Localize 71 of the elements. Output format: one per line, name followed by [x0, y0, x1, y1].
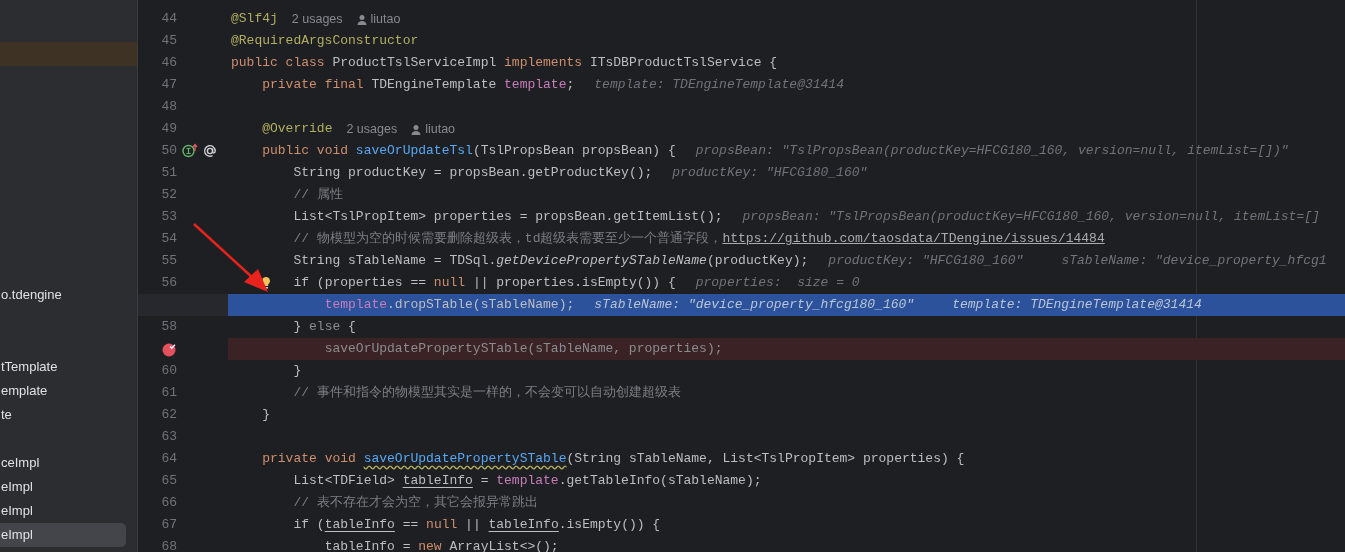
- line-number: 45: [161, 32, 177, 50]
- line-number: 47: [161, 76, 177, 94]
- project-tree-item[interactable]: ceImpl: [0, 451, 126, 475]
- code-text: private final TDEngineTemplate template;: [262, 76, 575, 94]
- line-number: 64: [161, 450, 177, 468]
- code-text: }: [262, 406, 271, 424]
- line-number: 65: [161, 472, 177, 490]
- line-number: 56: [161, 274, 177, 292]
- code-text: public void saveOrUpdateTsl(TslPropsBean propsBean) {: [262, 142, 676, 160]
- line-number: 55: [161, 252, 177, 270]
- code-text: String sTableName = TDSql.getDevicePropertySTableName(productKey);: [293, 252, 809, 270]
- project-tree-item[interactable]: tTemplate: [0, 355, 126, 379]
- line-number: 58: [161, 318, 177, 336]
- line-number: 52: [161, 186, 177, 204]
- code-text: tableInfo = new ArrayList<>();: [324, 538, 559, 552]
- inline-value-hint: properties: size = 0: [695, 274, 860, 292]
- code-text: @RequiredArgsConstructor: [231, 32, 419, 50]
- code-text: template.dropSTable(sTableName);: [324, 296, 575, 314]
- line-number: 54: [161, 230, 177, 248]
- code-text: List<TDField> tableInfo = template.getTableInfo(sTableName);: [293, 472, 762, 490]
- line-number: 49: [161, 120, 177, 138]
- project-tree-item[interactable]: o.tdengine: [0, 283, 126, 307]
- inline-value-hint: propsBean: "TslPropsBean(productKey=HFCG180_160, version=null, itemList=[]: [742, 208, 1320, 226]
- project-tree-item[interactable]: emplate: [0, 379, 126, 403]
- code-text: List<TslPropItem> properties = propsBean.getItemList();: [293, 208, 723, 226]
- inline-value-hint: productKey: "HFCG180_160": [672, 164, 868, 182]
- code-text: @Override: [262, 120, 333, 138]
- code-text: private void saveOrUpdatePropertySTable(String sTableName, List<TslPropItem> properties) {: [262, 450, 965, 468]
- code-text: // 表不存在才会为空，其它会报异常跳出: [293, 494, 538, 512]
- inline-value-hint: sTableName: "device_property_hfcg180_160": [594, 296, 915, 314]
- project-tree-item[interactable]: eImpl: [0, 475, 126, 499]
- project-tree-item[interactable]: te: [0, 403, 126, 427]
- code-text: if (properties == null || properties.isEmpty()) {: [293, 274, 676, 292]
- inline-value-hint: propsBean: "TslPropsBean(productKey=HFCG180_160, version=null, itemList=[])": [695, 142, 1289, 160]
- line-number: 66: [161, 494, 177, 512]
- inline-value-hint: sTableName: "device_property_hfcg1: [1061, 252, 1327, 270]
- line-number: 63: [161, 428, 177, 446]
- line-number: 53: [161, 208, 177, 226]
- project-tree-item[interactable]: eImpl: [0, 523, 126, 547]
- code-text: String productKey = propsBean.getProductKey();: [293, 164, 653, 182]
- breakpoint-icon: [162, 341, 177, 357]
- line-number: 50: [161, 142, 177, 160]
- usages-hint[interactable]: 2 usages: [291, 8, 343, 30]
- line-number: 68: [161, 538, 177, 552]
- code-text: // 属性: [293, 186, 343, 204]
- code-text: } else {: [293, 318, 356, 336]
- line-number: 46: [161, 54, 177, 72]
- code-text: @Slf4j: [231, 10, 278, 28]
- usages-hint[interactable]: 2 usages: [346, 118, 398, 140]
- inline-value-hint: productKey: "HFCG180_160": [828, 252, 1024, 270]
- author-hint[interactable]: liutao: [425, 118, 456, 140]
- author-hint[interactable]: liutao: [370, 8, 401, 30]
- at-sign-icon: [202, 143, 218, 159]
- line-number: 67: [161, 516, 177, 534]
- code-text: }: [293, 362, 302, 380]
- inline-value-hint: template: TDEngineTemplate@31414: [594, 76, 844, 94]
- code-text: public class ProductTslServiceImpl implements ITsDBProductTslService {: [231, 54, 778, 72]
- code-text: saveOrUpdatePropertySTable(sTableName, properties);: [324, 340, 723, 358]
- person-icon: [356, 13, 367, 25]
- person-icon: [411, 123, 422, 135]
- line-number: 60: [161, 362, 177, 380]
- link[interactable]: https://github.com/taosdata/TDengine/issues/14484: [722, 231, 1105, 246]
- line-number: 51: [161, 164, 177, 182]
- project-tree-item[interactable]: eImpl: [0, 499, 126, 523]
- line-number: 62: [161, 406, 177, 424]
- line-number: 48: [161, 98, 177, 116]
- line-number: 44: [161, 10, 177, 28]
- inline-value-hint: template: TDEngineTemplate@31414: [952, 296, 1202, 314]
- code-text: if (tableInfo == null || tableInfo.isEmpty()) {: [293, 516, 661, 534]
- implements-override-icon: [182, 143, 198, 159]
- line-number: 61: [161, 384, 177, 402]
